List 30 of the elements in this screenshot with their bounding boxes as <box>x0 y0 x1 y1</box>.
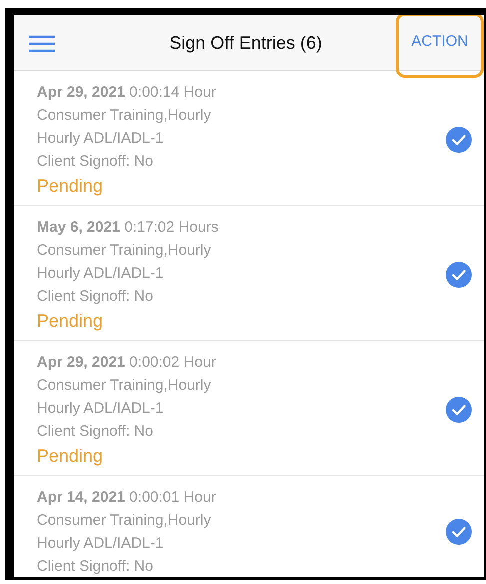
entry-code: Hourly ADL/IADL-1 <box>37 264 165 284</box>
entry-date-duration: Apr 29, 2021 0:00:02 Hour <box>37 353 218 373</box>
client-signoff: Client Signoff: No <box>37 557 154 577</box>
entry-service: Consumer Training,Hourly <box>37 376 212 396</box>
entry-status: Pending <box>37 310 104 333</box>
client-signoff: Client Signoff: No <box>37 152 154 172</box>
action-button[interactable]: ACTION <box>396 15 484 78</box>
entry-service: Consumer Training,Hourly <box>37 241 212 261</box>
checkmark-icon[interactable] <box>446 397 472 423</box>
entry-code: Hourly ADL/IADL-1 <box>37 399 165 419</box>
entry-row[interactable]: Apr 29, 2021 0:00:02 Hour Consumer Training,Hourly Hourly ADL/IADL-1 Client Signoff: No Pending <box>14 341 484 476</box>
checkmark-icon[interactable] <box>446 127 472 153</box>
entry-status: Pending <box>37 445 104 468</box>
entry-date-duration: Apr 14, 2021 0:00:01 Hour <box>37 488 218 508</box>
entry-service: Consumer Training,Hourly <box>37 511 212 531</box>
entry-status: Pending <box>37 175 104 198</box>
checkmark-icon[interactable] <box>446 519 472 545</box>
client-signoff: Client Signoff: No <box>37 422 154 442</box>
checkmark-icon[interactable] <box>446 262 472 288</box>
entry-row[interactable]: May 6, 2021 0:17:02 Hours Consumer Training,Hourly Hourly ADL/IADL-1 Client Signoff: No Pending <box>14 206 484 341</box>
entry-date-duration: Apr 29, 2021 0:00:14 Hour <box>37 83 218 103</box>
entry-date-duration: May 6, 2021 0:17:02 Hours <box>37 218 220 238</box>
entry-service: Consumer Training,Hourly <box>37 106 212 126</box>
entry-row[interactable]: Apr 29, 2021 0:00:14 Hour Consumer Training,Hourly Hourly ADL/IADL-1 Client Signoff: No Pending <box>14 71 484 206</box>
client-signoff: Client Signoff: No <box>37 287 154 307</box>
entry-row[interactable]: Apr 14, 2021 0:00:01 Hour Consumer Training,Hourly Hourly ADL/IADL-1 Client Signoff: No <box>14 476 484 577</box>
screen-title: Sign Off Entries (6) <box>168 33 324 54</box>
menu-icon[interactable] <box>28 35 56 53</box>
entry-code: Hourly ADL/IADL-1 <box>37 534 165 554</box>
entry-code: Hourly ADL/IADL-1 <box>37 129 165 149</box>
